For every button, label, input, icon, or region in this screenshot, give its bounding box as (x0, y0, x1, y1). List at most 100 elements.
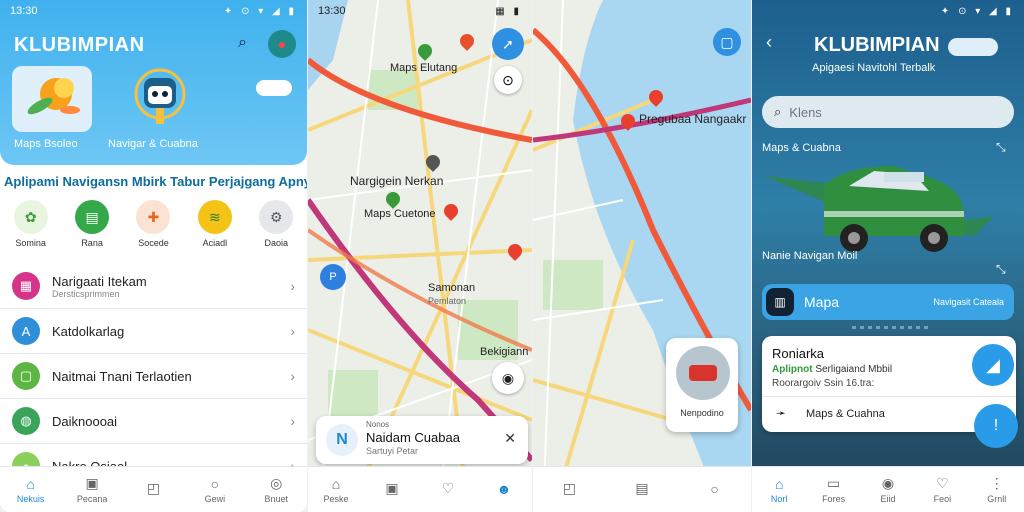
grid-icon: ▦ (12, 272, 40, 300)
tools-icon: ✚ (136, 200, 171, 234)
place-overline: Nonos (366, 420, 390, 429)
parking-icon[interactable]: P (320, 264, 346, 290)
status-time: 13:30 (10, 5, 38, 17)
cloud-icon (256, 80, 292, 96)
app-title: KLUBIMPIAN (14, 34, 145, 56)
card-action[interactable]: Maps & Cuahna (806, 408, 885, 420)
maps-card[interactable] (12, 66, 92, 132)
list-item[interactable]: ▦ Narigaati Itekam Dersticsprimmen › (0, 264, 307, 309)
nav-explore[interactable]: ○ (690, 481, 740, 499)
status-icons: ▦ ▮ (495, 5, 522, 17)
navigator-card[interactable] (130, 62, 190, 128)
nav-label: Norl (770, 493, 788, 504)
bottom-nav: ⌂ Nekuis ▣ Pecana ◰ ○ Gewi ◎ Bnuet (0, 466, 307, 512)
list-item[interactable]: ◍ Daiknoooai › (0, 399, 307, 444)
maps-banner[interactable]: ▥ Mapa Navigasit Cateala (762, 284, 1014, 320)
nav-label: Fores (822, 494, 846, 504)
nav-pages[interactable]: ▭ Fores (809, 475, 859, 504)
nav-favorites[interactable]: ♡ (423, 480, 473, 499)
search-input[interactable] (789, 104, 990, 120)
nav-gallery[interactable]: ◰ (544, 480, 594, 499)
nav-inbox[interactable]: ▣ (367, 480, 417, 499)
nav-label: Eiid (880, 494, 896, 504)
info-fab[interactable]: ! (974, 404, 1018, 448)
nav-favorites[interactable]: ♡ Feoi (917, 475, 967, 504)
page-icon: ▭ (826, 475, 841, 491)
back-icon[interactable]: ‹ (766, 32, 772, 53)
category-item[interactable]: ✚ Socede (126, 200, 180, 248)
nav-label: Pecana (76, 494, 108, 504)
nav-label: Grnll (987, 494, 1007, 504)
list-item[interactable]: ▢ Naitmai Tnani Terlaotien › (0, 354, 307, 399)
box-icon: ▢ (12, 362, 40, 390)
place-subtitle: Sartuyi Petar (366, 446, 419, 456)
map-label: Pemlaton (428, 296, 467, 306)
card-title: Roniarka (772, 346, 825, 361)
grid-icon: ⋮ (989, 475, 1004, 491)
navigator-robot-icon (134, 68, 186, 124)
nav-home[interactable]: ⌂ Peske (311, 476, 361, 504)
category-item[interactable]: ⚙ Daoia (249, 200, 303, 248)
tablet-icon: ▣ (85, 475, 99, 491)
expand-icon[interactable]: ⤡ (996, 140, 1006, 155)
bottom-nav: ◰ ▤ ○ (533, 466, 751, 512)
map-label: Samonan (428, 282, 476, 294)
nav-list[interactable]: ▤ (617, 480, 667, 499)
chevron-right-icon: › (290, 323, 295, 339)
letter-a-icon: A (12, 317, 40, 345)
map-label: Nargigein Nerkan (350, 174, 444, 188)
list-item-title: Daiknoooai (52, 413, 118, 429)
cloud-icon (948, 38, 998, 56)
route-button[interactable]: ◉ (492, 362, 524, 394)
map-canvas[interactable] (533, 0, 751, 512)
category-label: Rana (81, 238, 103, 248)
nav-menu[interactable]: ⋮ Grnll (972, 475, 1022, 504)
search-icon[interactable]: ⌕ (238, 34, 258, 54)
status-bar: ✦ ⊙ ▾ ◢ ▮ (752, 0, 1024, 22)
image-icon: ◰ (146, 480, 161, 496)
navigate-fab[interactable]: ◢ (972, 344, 1014, 386)
map-label: Maps Cuetone (364, 208, 436, 220)
layers-button[interactable]: ▢ (713, 28, 741, 56)
maps-app-icon: ▥ (766, 288, 794, 316)
category-item[interactable]: ≋ Aciadl (188, 200, 242, 248)
directions-icon[interactable]: ✕ (504, 430, 516, 447)
status-icons: ✦ ⊙ ▾ ◢ ▮ (940, 5, 1014, 17)
category-item[interactable]: ▤ Rana (65, 200, 119, 248)
nav-profile[interactable]: ☻ (479, 481, 529, 499)
nav-explore[interactable]: ○ Gewi (190, 476, 240, 504)
status-bar: 13:30 ▦ ▮ (308, 0, 532, 22)
nav-settings[interactable]: ◎ Bnuet (251, 475, 301, 504)
nav-gallery[interactable]: ◰ (128, 480, 178, 499)
place-card[interactable]: N Nonos Naidam Cuabaa Sartuyi Petar ✕ (316, 416, 528, 464)
card-line1: Serligaiand Mbbil (815, 364, 893, 375)
directions-icon: ➛ (776, 406, 787, 420)
compass-button[interactable]: ➚ (492, 28, 524, 60)
search-icon: ⌕ (774, 104, 782, 119)
list-item-title: Narigaati Itekam (52, 273, 147, 289)
status-icons: ✦ ⊙ ▾ ◢ ▮ (223, 5, 297, 17)
place-title: Naidam Cuabaa (366, 430, 460, 445)
category-strip: ✿ Somina ▤ Rana ✚ Socede ≋ Aciadl ⚙ Daoi… (0, 200, 307, 248)
nav-map[interactable]: ◉ Eiid (863, 475, 913, 504)
category-item[interactable]: ✿ Somina (4, 200, 58, 248)
nav-label: Nekuis (16, 493, 45, 504)
map-label: Maps Elutang (390, 62, 458, 74)
expand-icon[interactable]: ⤡ (996, 262, 1006, 277)
status-bar: 13:30 ✦ ⊙ ▾ ◢ ▮ (0, 0, 307, 22)
location-pin-icon[interactable]: ● (268, 30, 296, 58)
leaf-icon: ✿ (13, 200, 48, 234)
card-icon: ▤ (75, 200, 110, 234)
home-icon: ⌂ (26, 475, 35, 492)
list-item[interactable]: A Katdolkarlag › (0, 309, 307, 354)
page-dots (852, 326, 932, 329)
search-bar[interactable]: ⌕ (762, 96, 1014, 128)
nav-home[interactable]: ⌂ Nekuis (6, 476, 56, 504)
photo-card[interactable]: Nenpodino (666, 338, 738, 432)
category-label: Aciadl (202, 238, 228, 248)
locate-button[interactable]: ⊙ (494, 66, 522, 94)
nav-news[interactable]: ▣ Pecana (67, 475, 117, 504)
section-title: Maps & Cuabna (762, 142, 841, 154)
nav-home[interactable]: ⌂ Norl (754, 476, 804, 504)
list-item-subtitle: Dersticsprimmen (52, 288, 120, 299)
